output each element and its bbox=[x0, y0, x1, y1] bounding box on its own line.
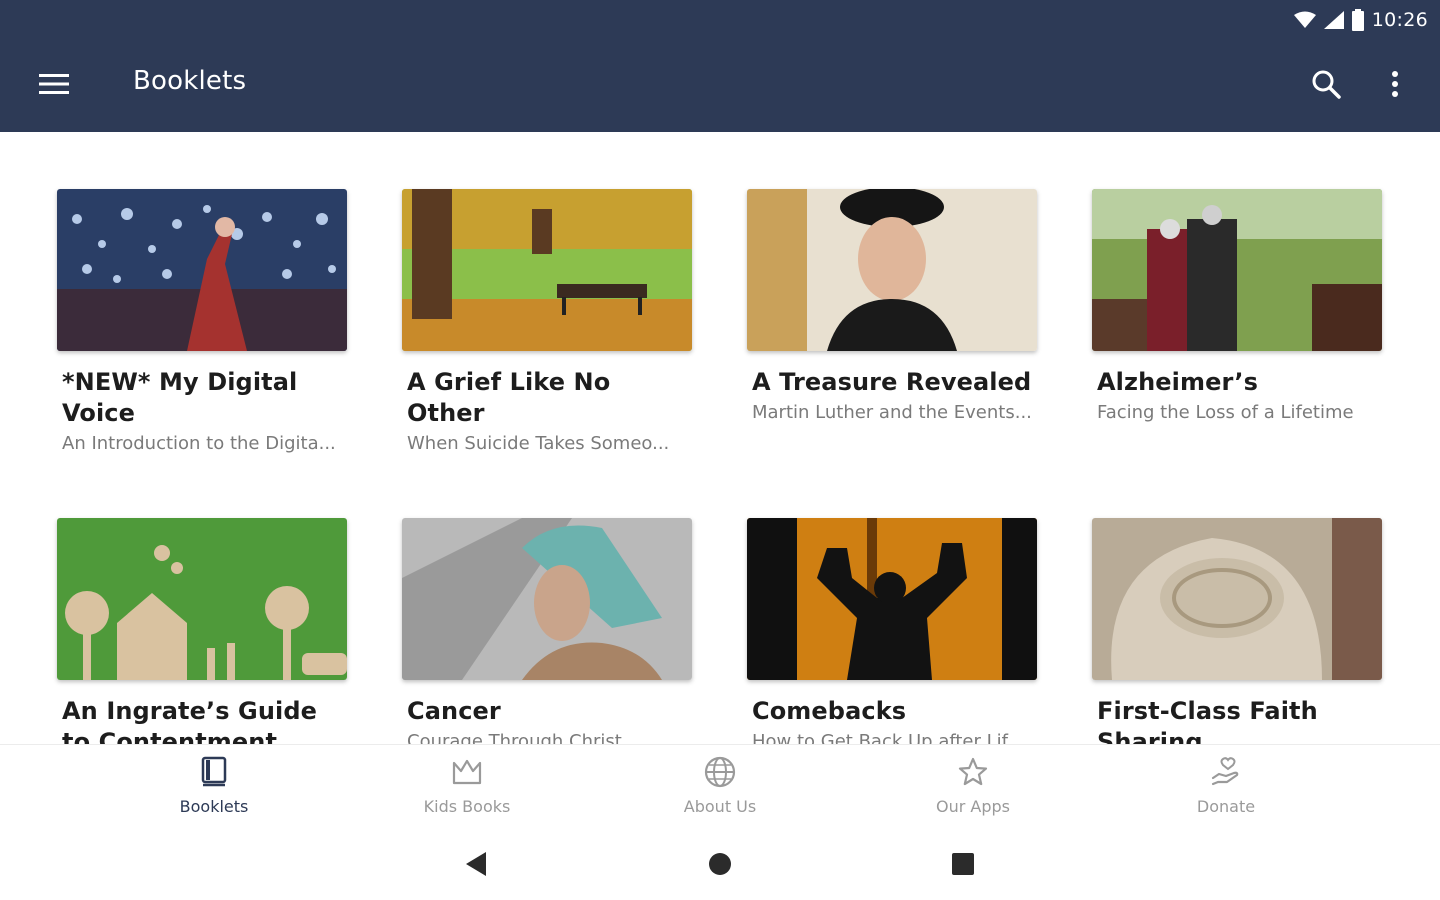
search-button[interactable] bbox=[1302, 62, 1350, 110]
recents-square-icon bbox=[951, 852, 975, 880]
booklet-cover bbox=[402, 518, 692, 680]
booklet-title: Alzheimer’s bbox=[1097, 368, 1258, 396]
booklet-title: *NEW* My Digital Voice bbox=[62, 368, 298, 427]
booklet-title: A Grief Like No Other bbox=[407, 368, 611, 427]
star-icon bbox=[956, 755, 990, 789]
booklet-cover bbox=[57, 518, 347, 680]
booklet-cover bbox=[57, 189, 347, 351]
book-icon bbox=[197, 755, 231, 789]
nav-booklets[interactable]: Booklets bbox=[134, 755, 294, 816]
recents-button[interactable] bbox=[943, 846, 983, 886]
booklet-subtitle: How to Get Back Up after Lif... bbox=[752, 731, 1024, 744]
booklet-title: An Ingrate’s Guide to Contentment bbox=[62, 697, 318, 744]
booklet-grid: *NEW* My Digital Voice An Introduction t… bbox=[0, 132, 1440, 744]
nav-kids-books[interactable]: Kids Books bbox=[387, 755, 547, 816]
booklet-subtitle: When Suicide Takes Someo... bbox=[407, 433, 670, 454]
nav-label: Kids Books bbox=[423, 797, 511, 816]
crown-icon bbox=[450, 755, 484, 789]
signal-icon bbox=[1323, 11, 1344, 29]
booklet-card[interactable]: Comebacks How to Get Back Up after Lif..… bbox=[747, 518, 1037, 744]
battery-icon bbox=[1351, 9, 1364, 31]
booklet-subtitle: Martin Luther and the Events... bbox=[752, 402, 1032, 423]
overflow-menu-button[interactable] bbox=[1372, 62, 1418, 110]
screen: 10:26 Booklets *NEW* My Digital Voice An… bbox=[0, 0, 1440, 900]
booklet-card[interactable]: An Ingrate’s Guide to Contentment bbox=[57, 518, 347, 744]
booklet-card[interactable]: First-Class Faith Sharing bbox=[1092, 518, 1382, 744]
nav-label: About Us bbox=[683, 797, 757, 816]
back-button[interactable] bbox=[456, 846, 496, 886]
booklet-card[interactable]: A Grief Like No Other When Suicide Takes… bbox=[402, 189, 692, 457]
hamburger-icon bbox=[39, 73, 69, 99]
hand-heart-icon bbox=[1209, 755, 1243, 789]
booklet-card[interactable]: Cancer Courage Through Christ bbox=[402, 518, 692, 744]
bottom-navigation: Booklets Kids Books About Us Our Apps Do… bbox=[0, 744, 1440, 828]
search-icon bbox=[1311, 69, 1341, 103]
booklet-subtitle: Facing the Loss of a Lifetime bbox=[1097, 402, 1354, 423]
nav-our-apps[interactable]: Our Apps bbox=[893, 755, 1053, 816]
booklet-card[interactable]: A Treasure Revealed Martin Luther and th… bbox=[747, 189, 1037, 426]
home-circle-icon bbox=[708, 852, 732, 880]
home-button[interactable] bbox=[700, 846, 740, 886]
booklet-cover bbox=[402, 189, 692, 351]
booklet-title: A Treasure Revealed bbox=[752, 368, 1032, 396]
booklet-subtitle: Courage Through Christ bbox=[407, 731, 622, 744]
booklet-cover bbox=[1092, 518, 1382, 680]
booklet-cover bbox=[1092, 189, 1382, 351]
status-bar: 10:26 bbox=[1293, 6, 1428, 34]
nav-label: Donate bbox=[1196, 797, 1256, 816]
booklet-card[interactable]: Alzheimer’s Facing the Loss of a Lifetim… bbox=[1092, 189, 1382, 426]
page-title: Booklets bbox=[133, 66, 247, 96]
nav-about-us[interactable]: About Us bbox=[640, 755, 800, 816]
app-bar: 10:26 Booklets bbox=[0, 0, 1440, 132]
system-navigation-bar bbox=[0, 828, 1440, 900]
booklet-card[interactable]: *NEW* My Digital Voice An Introduction t… bbox=[57, 189, 347, 457]
status-time: 10:26 bbox=[1371, 9, 1428, 31]
booklet-cover bbox=[747, 518, 1037, 680]
more-vert-icon bbox=[1391, 70, 1399, 102]
menu-button[interactable] bbox=[32, 64, 76, 108]
nav-donate[interactable]: Donate bbox=[1146, 755, 1306, 816]
booklet-title: First-Class Faith Sharing bbox=[1097, 697, 1318, 744]
booklet-title: Comebacks bbox=[752, 697, 907, 725]
back-triangle-icon bbox=[464, 851, 488, 881]
wifi-icon bbox=[1293, 11, 1316, 29]
nav-label: Booklets bbox=[179, 797, 249, 816]
booklet-subtitle: An Introduction to the Digita... bbox=[62, 433, 336, 454]
booklet-title: Cancer bbox=[407, 697, 501, 725]
nav-label: Our Apps bbox=[936, 797, 1010, 816]
globe-icon bbox=[703, 755, 737, 789]
booklet-cover bbox=[747, 189, 1037, 351]
